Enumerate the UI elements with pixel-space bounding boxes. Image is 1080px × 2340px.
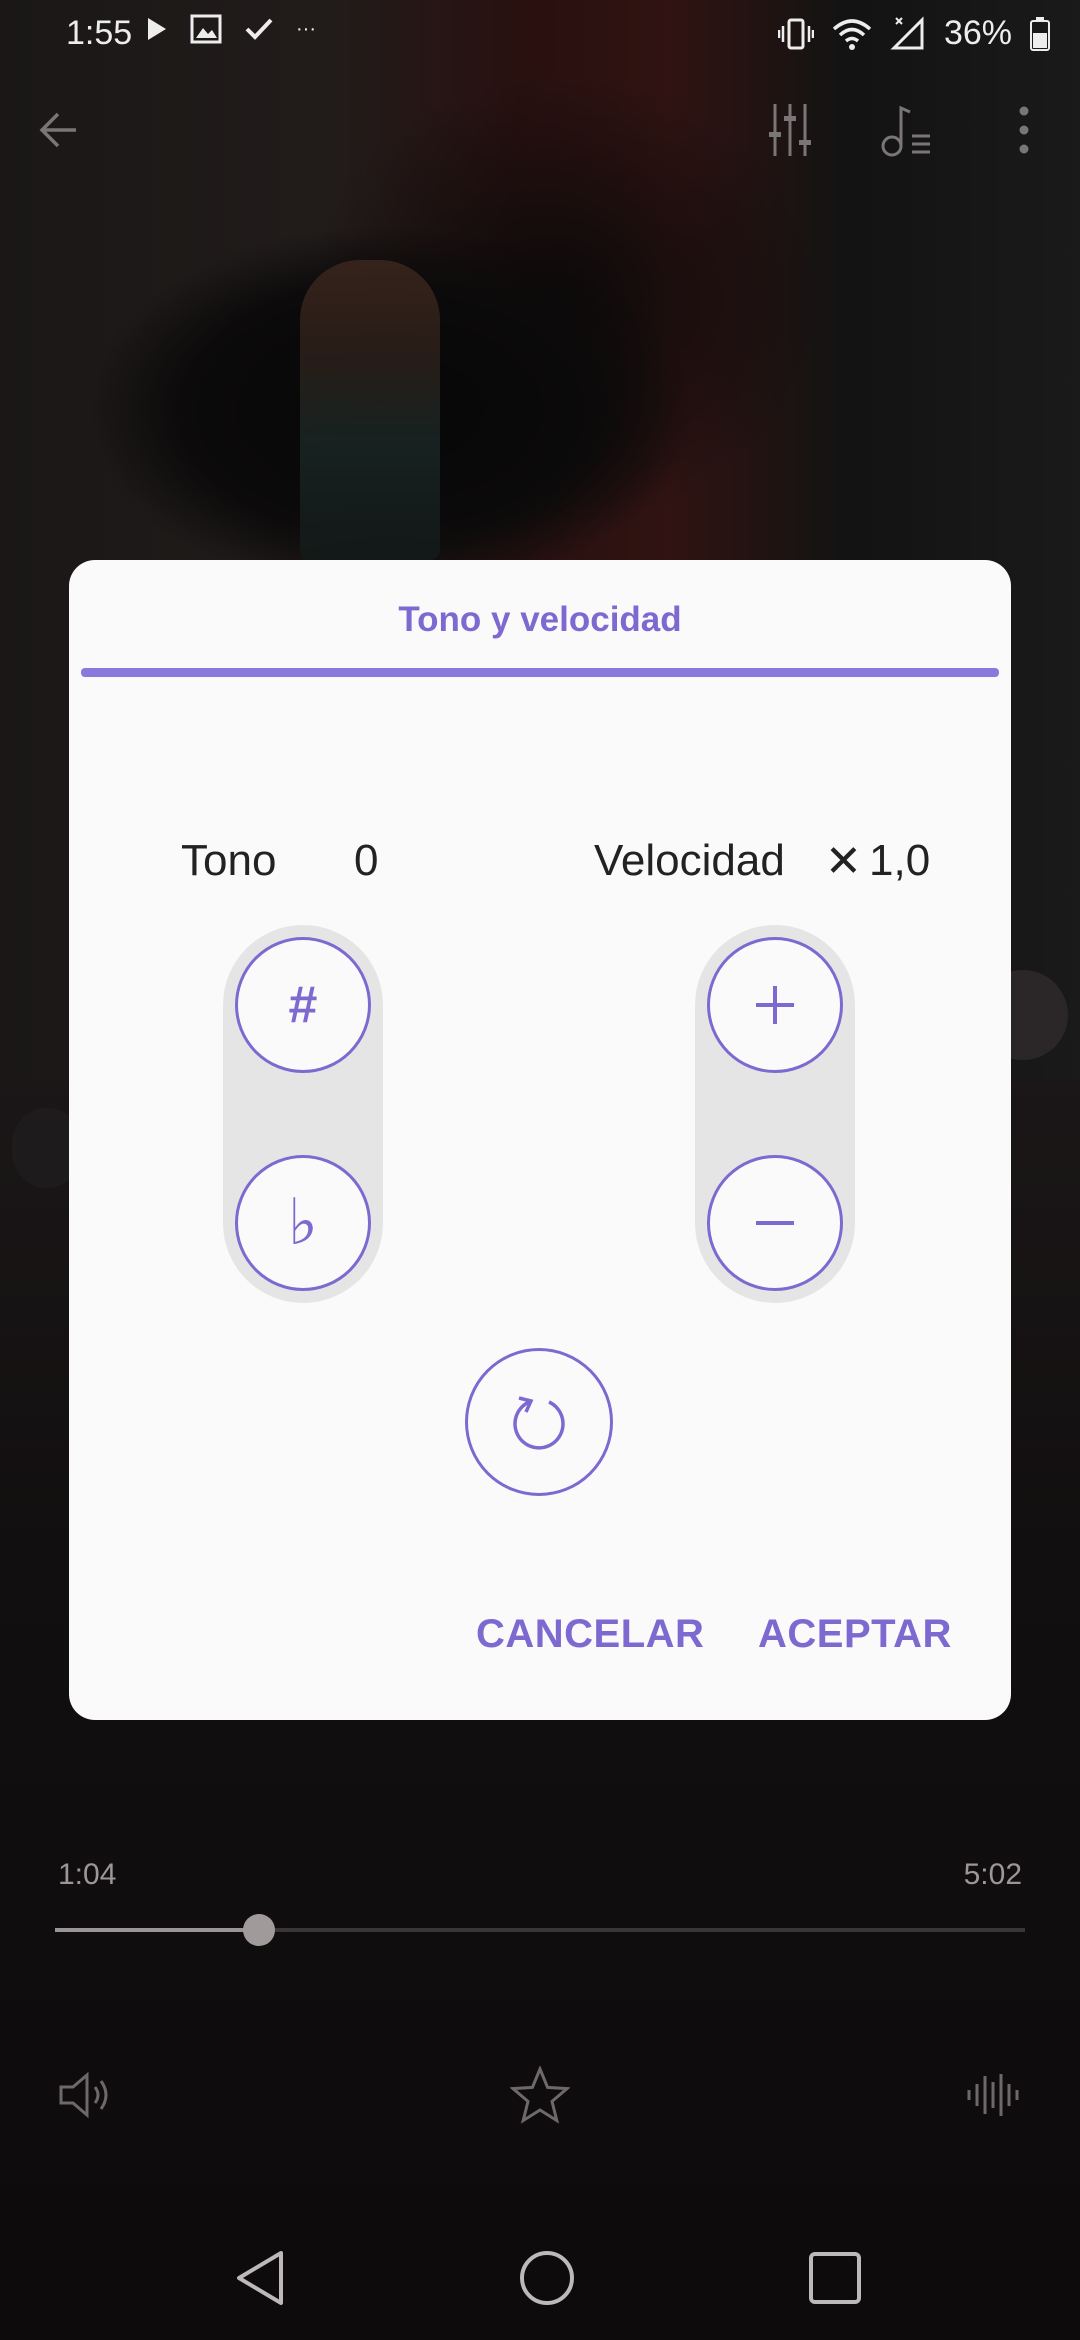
favorite-button[interactable] (505, 2060, 575, 2130)
vibrate-icon (777, 18, 814, 49)
battery-icon (1030, 16, 1050, 51)
plus-icon (756, 986, 794, 1024)
status-time: 1:55 (66, 14, 133, 52)
seek-thumb[interactable] (242, 1914, 275, 1946)
pitch-label: Tono (181, 836, 277, 885)
system-icons: 36% (777, 14, 1050, 53)
back-button[interactable] (18, 90, 98, 170)
player-top-bar (0, 90, 1080, 170)
sharp-icon: # (288, 976, 318, 1034)
nav-recents-button[interactable] (790, 2238, 880, 2318)
reset-button[interactable] (465, 1348, 613, 1496)
pitch-control-track: # ♭ (223, 925, 383, 1303)
dialog-title: Tono y velocidad (398, 600, 682, 639)
speed-control-track (695, 925, 855, 1303)
nav-back-icon (237, 2251, 283, 2305)
speed-up-button[interactable] (707, 937, 843, 1073)
battery-percent: 36% (943, 14, 1012, 52)
speed-down-button[interactable] (707, 1155, 843, 1291)
waveform-icon (967, 2074, 1019, 2116)
equalizer-icon (769, 104, 811, 156)
overflow-menu-button[interactable] (984, 90, 1064, 170)
speed-multiplier-icon: ✕ (825, 837, 862, 886)
check-notification-icon (245, 18, 273, 40)
pitch-up-button[interactable]: # (235, 937, 371, 1073)
nav-back-button[interactable] (215, 2238, 305, 2318)
more-vert-icon (1019, 106, 1029, 154)
speed-label: Velocidad (594, 836, 785, 885)
volume-button[interactable] (52, 2060, 122, 2130)
flat-icon: ♭ (287, 1186, 319, 1260)
speaker-icon (59, 2071, 108, 2119)
gallery-notification-icon (190, 14, 222, 44)
pitch-value: 0 (354, 836, 379, 885)
star-icon (510, 2066, 570, 2124)
pitch-speed-dialog: Tono y velocidad Tono 0 # ♭ Velocidad ✕ … (69, 560, 1011, 1720)
play-notification-icon (148, 18, 166, 40)
equalizer-button[interactable] (750, 90, 830, 170)
pitch-down-button[interactable]: ♭ (235, 1155, 371, 1291)
music-note-list-icon (881, 105, 930, 157)
signal-icon (890, 15, 924, 49)
nav-recents-icon (809, 2252, 861, 2304)
nav-home-icon (520, 2251, 574, 2305)
total-time: 5:02 (963, 1858, 1022, 1891)
minus-icon (756, 1221, 794, 1225)
sound-effects-button[interactable] (958, 2060, 1028, 2130)
notification-icons: ··· (146, 14, 316, 44)
seek-progress (55, 1928, 259, 1932)
status-bar: 1:55 ··· 36% (0, 0, 1080, 70)
cancel-button[interactable]: CANCELAR (476, 1612, 704, 1657)
lyrics-button[interactable] (866, 90, 946, 170)
back-arrow-icon (39, 112, 76, 148)
accept-button[interactable]: ACEPTAR (758, 1612, 952, 1657)
more-notifications-icon: ··· (296, 17, 316, 40)
dialog-title-divider (81, 668, 999, 677)
wifi-icon (832, 18, 872, 50)
nav-home-button[interactable] (502, 2238, 592, 2318)
speed-value: 1,0 (869, 836, 931, 885)
current-time: 1:04 (58, 1858, 117, 1891)
refresh-icon (513, 1396, 565, 1450)
